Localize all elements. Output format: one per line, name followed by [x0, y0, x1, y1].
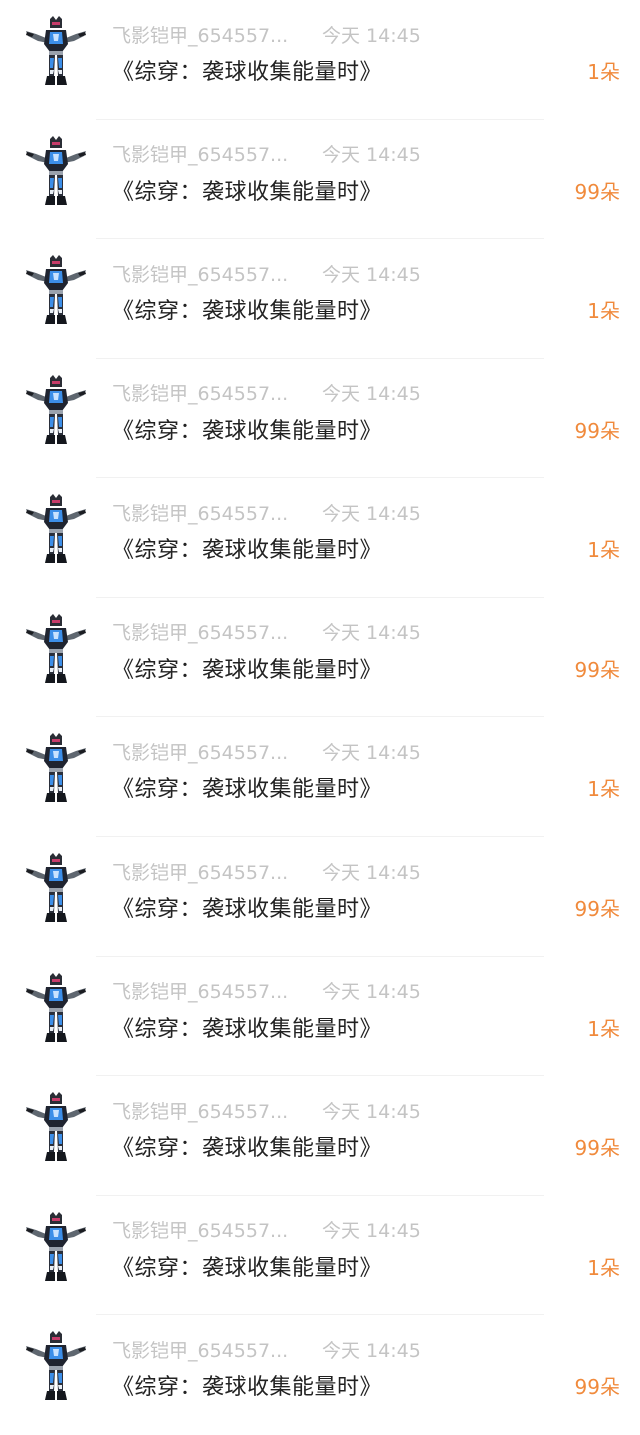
username[interactable]: 飞影铠甲_654557...: [112, 21, 298, 48]
timestamp: 今天 14:45: [322, 263, 421, 286]
item-meta: 飞影铠甲_654557... 今天 14:45: [112, 618, 421, 646]
armor-hero-avatar-icon[interactable]: [24, 612, 88, 686]
item-meta: 飞影铠甲_654557... 今天 14:45: [112, 20, 421, 48]
armor-hero-avatar-icon[interactable]: [24, 1210, 88, 1284]
list-item[interactable]: 飞影铠甲_654557... 今天 14:45 《综穿：袭球收集能量时》 99朵: [0, 359, 640, 479]
list-item[interactable]: 飞影铠甲_654557... 今天 14:45 《综穿：袭球收集能量时》 1朵: [0, 717, 640, 837]
book-title[interactable]: 《综穿：袭球收集能量时》: [112, 1369, 382, 1401]
username[interactable]: 飞影铠甲_654557...: [112, 977, 298, 1004]
gift-count: 99朵: [574, 179, 620, 204]
book-title[interactable]: 《综穿：袭球收集能量时》: [112, 293, 382, 325]
username[interactable]: 飞影铠甲_654557...: [112, 499, 298, 526]
armor-hero-avatar-icon[interactable]: [24, 851, 88, 925]
item-meta: 飞影铠甲_654557... 今天 14:45: [112, 498, 421, 526]
book-title[interactable]: 《综穿：袭球收集能量时》: [112, 413, 382, 445]
item-meta: 飞影铠甲_654557... 今天 14:45: [112, 140, 421, 168]
list-item[interactable]: 飞影铠甲_654557... 今天 14:45 《综穿：袭球收集能量时》 99朵: [0, 598, 640, 718]
username[interactable]: 飞影铠甲_654557...: [112, 738, 298, 765]
item-meta: 飞影铠甲_654557... 今天 14:45: [112, 1335, 421, 1363]
book-title[interactable]: 《综穿：袭球收集能量时》: [112, 891, 382, 923]
armor-hero-avatar-icon[interactable]: [24, 14, 88, 88]
armor-hero-avatar-icon[interactable]: [24, 373, 88, 447]
timestamp: 今天 14:45: [322, 741, 421, 764]
timestamp: 今天 14:45: [322, 981, 421, 1004]
username[interactable]: 飞影铠甲_654557...: [112, 618, 298, 645]
gift-count: 1朵: [587, 299, 620, 324]
username[interactable]: 飞影铠甲_654557...: [112, 1097, 298, 1124]
gift-count: 99朵: [574, 418, 620, 443]
book-title[interactable]: 《综穿：袭球收集能量时》: [112, 1250, 382, 1282]
armor-hero-avatar-icon[interactable]: [24, 492, 88, 566]
book-title[interactable]: 《综穿：袭球收集能量时》: [112, 532, 382, 564]
gift-record-list: 飞影铠甲_654557... 今天 14:45 《综穿：袭球收集能量时》 1朵 …: [0, 0, 640, 1427]
gift-count: 1朵: [587, 777, 620, 802]
armor-hero-avatar-icon[interactable]: [24, 971, 88, 1045]
list-item[interactable]: 飞影铠甲_654557... 今天 14:45 《综穿：袭球收集能量时》 1朵: [0, 957, 640, 1077]
timestamp: 今天 14:45: [322, 383, 421, 406]
timestamp: 今天 14:45: [322, 1100, 421, 1123]
timestamp: 今天 14:45: [322, 622, 421, 645]
list-item[interactable]: 飞影铠甲_654557... 今天 14:45 《综穿：袭球收集能量时》 99朵: [0, 837, 640, 957]
timestamp: 今天 14:45: [322, 861, 421, 884]
book-title[interactable]: 《综穿：袭球收集能量时》: [112, 1130, 382, 1162]
book-title[interactable]: 《综穿：袭球收集能量时》: [112, 174, 382, 206]
gift-count: 1朵: [587, 1255, 620, 1280]
timestamp: 今天 14:45: [322, 1339, 421, 1362]
username[interactable]: 飞影铠甲_654557...: [112, 1216, 298, 1243]
item-meta: 飞影铠甲_654557... 今天 14:45: [112, 259, 421, 287]
list-item[interactable]: 飞影铠甲_654557... 今天 14:45 《综穿：袭球收集能量时》 1朵: [0, 1196, 640, 1316]
armor-hero-avatar-icon[interactable]: [24, 134, 88, 208]
username[interactable]: 飞影铠甲_654557...: [112, 140, 298, 167]
gift-count: 1朵: [587, 1016, 620, 1041]
gift-count: 1朵: [587, 60, 620, 84]
item-meta: 飞影铠甲_654557... 今天 14:45: [112, 737, 421, 765]
username[interactable]: 飞影铠甲_654557...: [112, 1336, 298, 1363]
gift-count: 99朵: [574, 897, 620, 922]
timestamp: 今天 14:45: [322, 144, 421, 167]
gift-count: 99朵: [574, 1375, 620, 1400]
item-meta: 飞影铠甲_654557... 今天 14:45: [112, 1216, 421, 1244]
armor-hero-avatar-icon[interactable]: [24, 1329, 88, 1403]
list-item[interactable]: 飞影铠甲_654557... 今天 14:45 《综穿：袭球收集能量时》 1朵: [0, 0, 640, 120]
list-item[interactable]: 飞影铠甲_654557... 今天 14:45 《综穿：袭球收集能量时》 1朵: [0, 239, 640, 359]
timestamp: 今天 14:45: [322, 502, 421, 525]
book-title[interactable]: 《综穿：袭球收集能量时》: [112, 54, 382, 86]
armor-hero-avatar-icon[interactable]: [24, 253, 88, 327]
book-title[interactable]: 《综穿：袭球收集能量时》: [112, 652, 382, 684]
list-item[interactable]: 飞影铠甲_654557... 今天 14:45 《综穿：袭球收集能量时》 1朵: [0, 478, 640, 598]
item-meta: 飞影铠甲_654557... 今天 14:45: [112, 977, 421, 1005]
username[interactable]: 飞影铠甲_654557...: [112, 858, 298, 885]
list-item[interactable]: 飞影铠甲_654557... 今天 14:45 《综穿：袭球收集能量时》 99朵: [0, 120, 640, 240]
armor-hero-avatar-icon[interactable]: [24, 731, 88, 805]
item-meta: 飞影铠甲_654557... 今天 14:45: [112, 1096, 421, 1124]
timestamp: 今天 14:45: [322, 24, 421, 47]
armor-hero-avatar-icon[interactable]: [24, 1090, 88, 1164]
username[interactable]: 飞影铠甲_654557...: [112, 379, 298, 406]
list-item[interactable]: 飞影铠甲_654557... 今天 14:45 《综穿：袭球收集能量时》 99朵: [0, 1315, 640, 1435]
gift-count: 1朵: [587, 538, 620, 563]
timestamp: 今天 14:45: [322, 1220, 421, 1243]
book-title[interactable]: 《综穿：袭球收集能量时》: [112, 1011, 382, 1043]
book-title[interactable]: 《综穿：袭球收集能量时》: [112, 771, 382, 803]
gift-count: 99朵: [574, 657, 620, 682]
item-meta: 飞影铠甲_654557... 今天 14:45: [112, 857, 421, 885]
list-item[interactable]: 飞影铠甲_654557... 今天 14:45 《综穿：袭球收集能量时》 99朵: [0, 1076, 640, 1196]
item-meta: 飞影铠甲_654557... 今天 14:45: [112, 379, 421, 407]
username[interactable]: 飞影铠甲_654557...: [112, 260, 298, 287]
gift-count: 99朵: [574, 1136, 620, 1161]
